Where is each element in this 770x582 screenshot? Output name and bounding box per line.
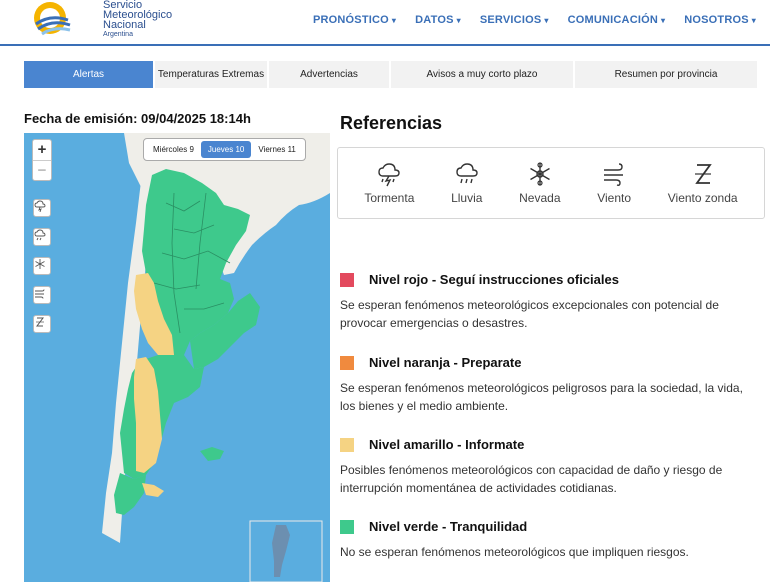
level-verde-swatch — [340, 519, 354, 534]
chevron-down-icon: ▾ — [391, 16, 397, 25]
tab-advertencias[interactable]: Advertencias — [269, 61, 391, 88]
level-rojo-desc: Se esperan fenómenos meteorológicos exce… — [340, 298, 719, 330]
snow-icon — [35, 259, 45, 269]
main-nav: PRONÓSTICO ▾ DATOS ▾ SERVICIOS ▾ COMUNICACI… — [294, 14, 756, 26]
level-amarillo: Nivel amarillo - Informate Posibles fenó… — [340, 437, 760, 497]
day-miercoles-9[interactable]: Miércoles 9 — [146, 141, 201, 158]
chevron-down-icon: ▾ — [661, 16, 666, 25]
level-rojo-swatch — [340, 272, 354, 287]
ref-viento-zonda: Viento zonda — [668, 161, 738, 205]
level-verde: Nivel verde - Tranquilidad No se esperan… — [340, 519, 760, 561]
level-rojo-title: Nivel rojo - Seguí instrucciones oficial… — [369, 272, 619, 287]
nav-datos-label: DATOS — [415, 14, 454, 26]
smn-logo[interactable]: Servicio Meteorológico Nacional Argentin… — [30, 0, 172, 40]
section-tabs: Alertas Temperaturas Extremas Advertenci… — [24, 61, 757, 88]
level-naranja-desc: Se esperan fenómenos meteorológicos peli… — [340, 381, 743, 413]
smn-logo-icon — [34, 2, 71, 36]
inset-map-shape — [272, 525, 290, 577]
rain-icon — [456, 163, 478, 184]
day-jueves-10[interactable]: Jueves 10 — [200, 141, 252, 158]
level-naranja-swatch — [340, 355, 354, 370]
chevron-down-icon: ▾ — [751, 16, 756, 25]
argentina-alert-map — [102, 133, 330, 582]
ref-lluvia-label: Lluvia — [451, 191, 483, 205]
rain-filter-button[interactable] — [33, 228, 51, 246]
ref-tormenta: Tormenta — [364, 161, 414, 205]
zonda-icon — [36, 317, 44, 327]
tab-temperaturas-extremas[interactable]: Temperaturas Extremas — [155, 61, 269, 88]
level-naranja: Nivel naranja - Preparate Se esperan fen… — [340, 355, 760, 415]
zoom-controls: + − — [32, 139, 52, 181]
storm-filter-button[interactable] — [33, 199, 51, 217]
nav-servicios-label: SERVICIOS — [479, 14, 542, 26]
zoom-out-button[interactable]: − — [33, 160, 51, 180]
nav-nosotros-label: NOSOTROS — [684, 14, 749, 26]
zoom-in-button[interactable]: + — [33, 140, 51, 160]
snow-filter-button[interactable] — [33, 257, 51, 275]
references-box: Tormenta Lluvia Nevada Viento Viento zon… — [337, 147, 765, 219]
tab-resumen-provincia[interactable]: Resumen por provincia — [575, 61, 757, 88]
ref-lluvia: Lluvia — [451, 161, 482, 205]
wind-icon — [604, 163, 624, 186]
nav-pronostico-label: PRONÓSTICO — [312, 14, 389, 26]
alert-zone-tierra-yellow — [142, 483, 164, 497]
emission-date: Fecha de emisión: 09/04/2025 18:14h — [24, 111, 251, 126]
logo-line-3: Nacional — [103, 19, 146, 31]
nav-comunicacion[interactable]: COMUNICACIÓN ▾ — [568, 14, 666, 26]
tab-avisos-corto-plazo[interactable]: Avisos a muy corto plazo — [391, 61, 575, 88]
storm-icon — [34, 200, 46, 212]
alert-zone-south-green — [114, 473, 146, 515]
level-naranja-title: Nivel naranja - Preparate — [369, 355, 522, 370]
nav-datos[interactable]: DATOS ▾ — [415, 14, 461, 26]
alert-map[interactable]: + − Miércoles 9 Jueves 10 Viernes 11 — [24, 133, 330, 582]
day-viernes-11[interactable]: Viernes 11 — [251, 141, 303, 158]
level-amarillo-swatch — [340, 437, 354, 452]
level-verde-desc: No se esperan fenómenos meteorológicos q… — [340, 545, 689, 559]
ref-tormenta-label: Tormenta — [364, 191, 415, 205]
ref-nevada-label: Nevada — [519, 191, 561, 205]
alert-zone-islands — [200, 447, 224, 461]
nav-servicios[interactable]: SERVICIOS ▾ — [480, 14, 549, 26]
wind-filter-button[interactable] — [33, 286, 51, 304]
zonda-filter-button[interactable] — [33, 315, 51, 333]
nav-nosotros[interactable]: NOSOTROS ▾ — [684, 14, 756, 26]
site-header: Servicio Meteorológico Nacional Argentin… — [0, 0, 770, 46]
ref-viento: Viento — [597, 161, 631, 205]
day-selector: Miércoles 9 Jueves 10 Viernes 11 — [143, 138, 306, 161]
ref-nevada: Nevada — [519, 161, 561, 205]
nav-pronostico[interactable]: PRONÓSTICO ▾ — [313, 14, 396, 26]
level-rojo: Nivel rojo - Seguí instrucciones oficial… — [340, 272, 760, 332]
rain-icon — [34, 229, 46, 241]
ref-viento-zonda-label: Viento zonda — [667, 191, 738, 205]
logo-line-4: Argentina — [103, 31, 133, 38]
wind-icon — [35, 289, 45, 299]
references-title: Referencias — [340, 113, 443, 133]
ref-viento-label: Viento — [597, 191, 632, 205]
snow-icon — [529, 162, 550, 186]
storm-icon — [378, 163, 401, 187]
alert-zone-patagonia-green — [120, 355, 204, 479]
level-amarillo-desc: Posibles fenómenos meteorológicos con ca… — [340, 463, 723, 495]
nav-comunicacion-label: COMUNICACIÓN — [567, 14, 658, 26]
chevron-down-icon: ▾ — [544, 16, 549, 25]
zonda-icon — [694, 164, 712, 184]
level-verde-title: Nivel verde - Tranquilidad — [369, 519, 528, 534]
tab-alertas[interactable]: Alertas — [24, 61, 155, 88]
chevron-down-icon: ▾ — [456, 16, 461, 25]
level-amarillo-title: Nivel amarillo - Informate — [369, 437, 525, 452]
